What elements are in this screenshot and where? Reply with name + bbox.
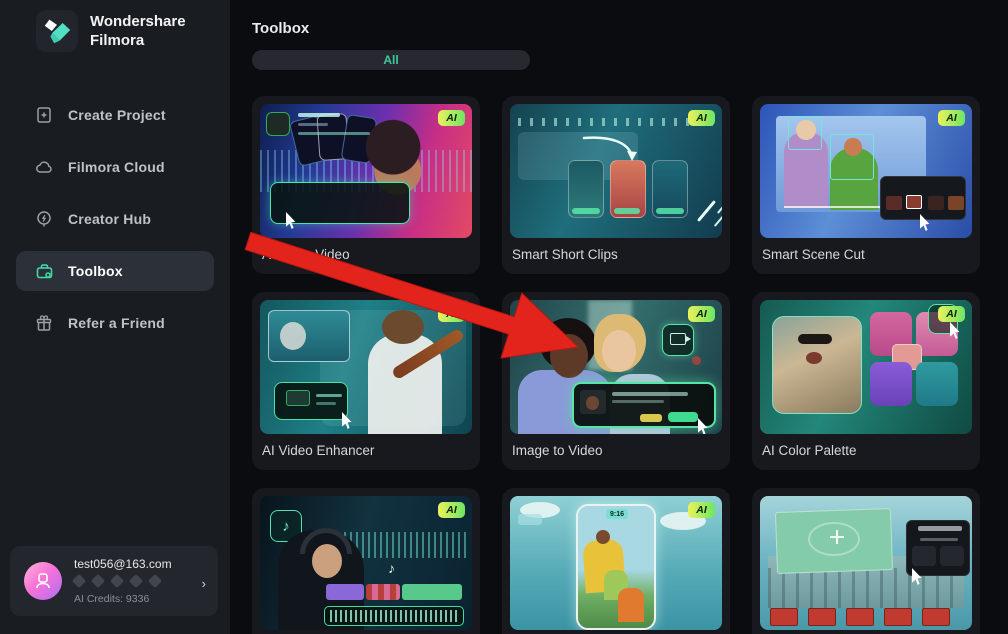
level-badge-icon	[90, 573, 106, 589]
card-smart-scene-cut[interactable]: AI Smart Scene Cut	[752, 96, 980, 274]
level-badge-icon	[147, 573, 163, 589]
card-label: AI Color Palette	[762, 443, 857, 458]
card-ai-video-enhancer[interactable]: AI AI Video Enhancer	[252, 292, 480, 470]
account-card[interactable]: test056@163.com › AI Credits: 9336	[10, 546, 218, 616]
avatar	[24, 562, 62, 600]
sidebar-nav: Create Project Filmora Cloud Creator Hub…	[0, 95, 230, 355]
filmora-logo-icon	[36, 10, 78, 52]
card-audio-to-video[interactable]: AI Audio to Video	[252, 96, 480, 274]
sidebar-item-label: Create Project	[68, 107, 166, 123]
card-label: AI Video Enhancer	[262, 443, 375, 458]
card-row3-3[interactable]	[752, 488, 980, 634]
account-email: test056@163.com	[74, 557, 172, 571]
brand: Wondershare Filmora	[36, 10, 186, 52]
music-note-icon: ♪	[388, 560, 395, 576]
sidebar-item-label: Filmora Cloud	[68, 159, 165, 175]
filmora-window: Wondershare Filmora Create Project Filmo…	[0, 0, 1008, 634]
creator-hub-icon	[34, 209, 54, 229]
ai-badge: AI	[938, 110, 965, 126]
ai-credits: AI Credits: 9336	[74, 593, 150, 605]
level-badge-icon	[109, 573, 125, 589]
card-row3-1[interactable]: ♪ ♪ AI	[252, 488, 480, 634]
account-badges	[71, 573, 163, 589]
card-smart-short-clips[interactable]: AI Smart Short Clips	[502, 96, 730, 274]
sidebar-item-refer-a-friend[interactable]: Refer a Friend	[16, 303, 214, 343]
ai-badge: AI	[438, 502, 465, 518]
gift-icon	[34, 313, 54, 333]
ai-badge: AI	[688, 110, 715, 126]
create-project-icon	[34, 105, 54, 125]
ratio-chip: 9:16	[606, 509, 628, 519]
card-label: Image to Video	[512, 443, 603, 458]
card-thumbnail	[760, 496, 972, 630]
level-badge-icon	[71, 573, 87, 589]
card-row3-2[interactable]: 9:16 AI	[502, 488, 730, 634]
ai-badge: AI	[438, 110, 465, 126]
sidebar: Wondershare Filmora Create Project Filmo…	[0, 0, 230, 634]
ai-badge: AI	[688, 306, 715, 322]
toolbox-icon	[34, 261, 54, 281]
toolbox-grid: AI Audio to Video AI Smart Short Clips A…	[252, 96, 982, 634]
level-badge-icon	[128, 573, 144, 589]
page-title: Toolbox	[252, 20, 310, 37]
curved-arrow-icon	[582, 136, 637, 161]
sidebar-item-label: Creator Hub	[68, 211, 152, 227]
filter-all-label: All	[383, 53, 399, 67]
ai-badge: AI	[438, 306, 465, 322]
sidebar-item-create-project[interactable]: Create Project	[16, 95, 214, 135]
filter-all-button[interactable]: All	[252, 50, 530, 70]
sidebar-item-creator-hub[interactable]: Creator Hub	[16, 199, 214, 239]
card-ai-color-palette[interactable]: AI AI Color Palette	[752, 292, 980, 470]
card-label: Audio to Video	[262, 247, 350, 262]
chevron-right-icon[interactable]: ›	[202, 576, 206, 591]
card-image-to-video[interactable]: AI Image to Video	[502, 292, 730, 470]
card-label: Smart Scene Cut	[762, 247, 865, 262]
sidebar-item-filmora-cloud[interactable]: Filmora Cloud	[16, 147, 214, 187]
brand-name: Wondershare Filmora	[90, 13, 186, 49]
sidebar-item-label: Toolbox	[68, 263, 123, 279]
ai-badge: AI	[688, 502, 715, 518]
card-label: Smart Short Clips	[512, 247, 618, 262]
magic-wand-icon	[696, 200, 717, 222]
cloud-icon	[34, 157, 54, 177]
sidebar-item-label: Refer a Friend	[68, 315, 165, 331]
sidebar-item-toolbox[interactable]: Toolbox	[16, 251, 214, 291]
ai-badge: AI	[938, 306, 965, 322]
